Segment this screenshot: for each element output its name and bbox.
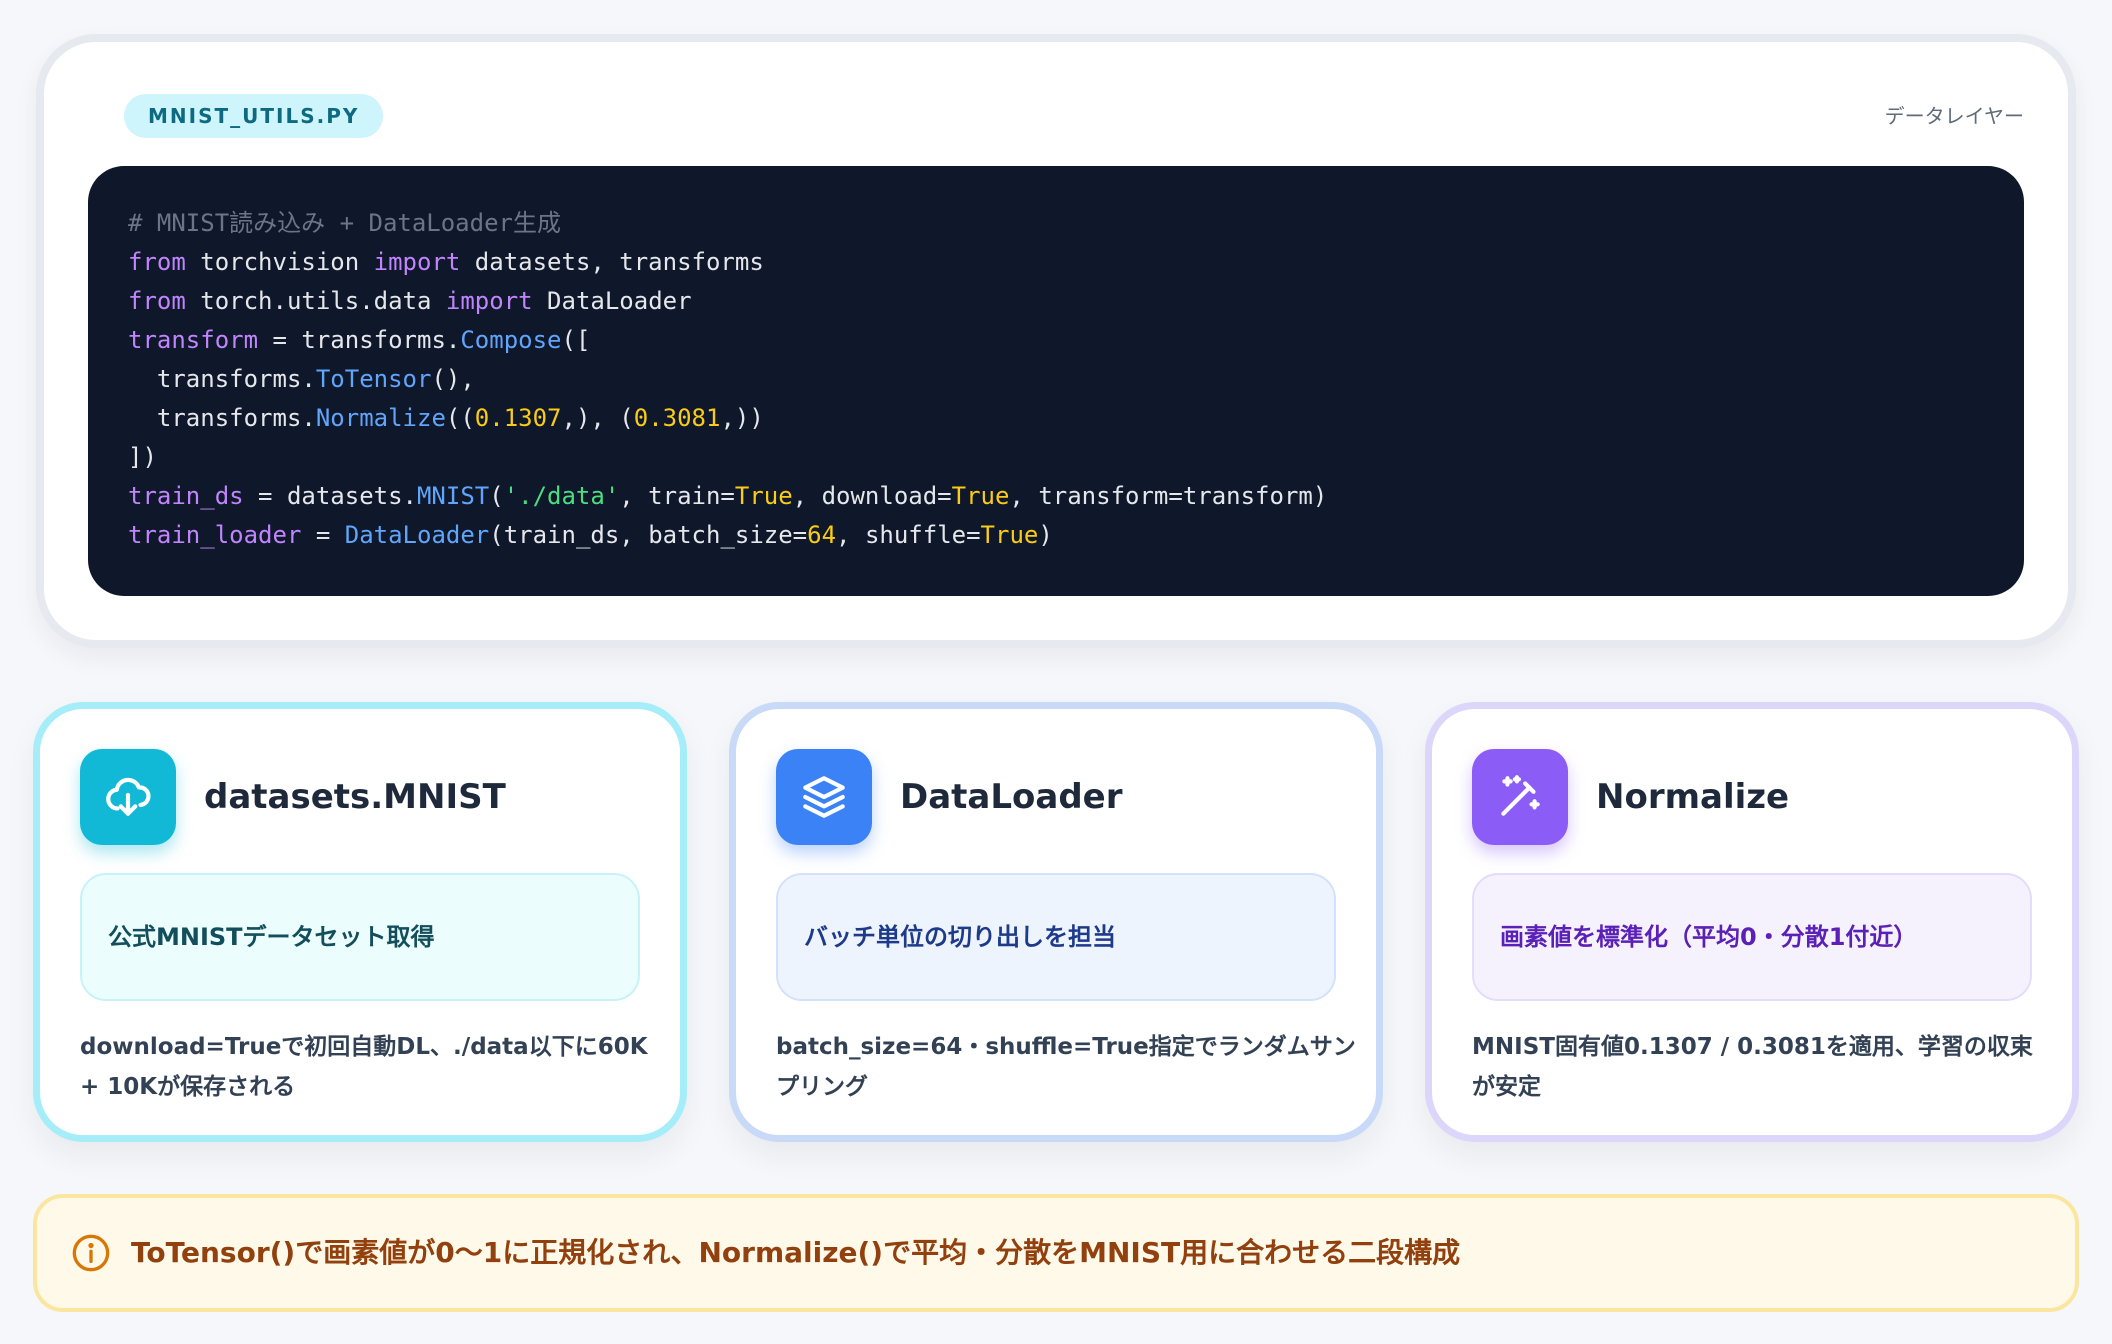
code-token: datasets, transforms bbox=[460, 248, 764, 276]
card-dataloader: DataLoader バッチ単位の切り出しを担当 batch_size=64・s… bbox=[729, 702, 1383, 1142]
card-title: datasets.MNIST bbox=[204, 777, 506, 817]
code-token: MNIST bbox=[416, 482, 490, 510]
code-token: transforms. bbox=[128, 404, 316, 432]
code-token: (), bbox=[431, 365, 475, 393]
code-token: ,)) bbox=[720, 404, 764, 432]
card-normalize: Normalize 画素値を標準化（平均0・分散1付近） MNIST固有値0.1… bbox=[1425, 702, 2079, 1142]
layers-icon bbox=[776, 749, 872, 845]
code-token: Normalize bbox=[315, 404, 446, 432]
info-note: ToTensor()で画素値が0〜1に正規化され、Normalize()で平均・… bbox=[33, 1194, 2079, 1312]
code-block[interactable]: # MNIST読み込み + DataLoader生成 from torchvisi… bbox=[88, 166, 2024, 596]
card-summary: 公式MNISTデータセット取得 bbox=[80, 873, 640, 1001]
card-description: batch_size=64・shuffle=True指定でランダムサンプリング bbox=[776, 1034, 1356, 1100]
card-description: download=Trueで初回自動DL、./data以下に60K + 10Kが… bbox=[80, 1034, 648, 1100]
layer-label: データレイヤー bbox=[1884, 104, 2024, 128]
code-token: train_ds bbox=[128, 482, 244, 510]
code-line: transforms.ToTensor(), bbox=[128, 360, 1984, 399]
code-token: ([ bbox=[561, 326, 591, 354]
code-token: transforms. bbox=[128, 365, 316, 393]
code-token: DataLoader bbox=[532, 287, 692, 315]
code-line: transform = transforms.Compose([ bbox=[128, 321, 1984, 360]
card-datasets-mnist: datasets.MNIST 公式MNISTデータセット取得 download=… bbox=[33, 702, 687, 1142]
code-token: , train= bbox=[619, 482, 735, 510]
code-token: './data' bbox=[503, 482, 620, 510]
magic-wand-icon bbox=[1472, 749, 1568, 845]
code-token: ]) bbox=[128, 443, 157, 471]
code-token: ,), ( bbox=[561, 404, 634, 432]
code-token: , download= bbox=[792, 482, 952, 510]
code-token: import bbox=[373, 248, 461, 276]
code-token: ToTensor bbox=[315, 365, 432, 393]
code-line: from torchvision import datasets, transf… bbox=[128, 243, 1984, 282]
card-description: MNIST固有値0.1307 / 0.3081を適用、学習の収束が安定 bbox=[1472, 1034, 2033, 1100]
card-summary: 画素値を標準化（平均0・分散1付近） bbox=[1472, 873, 2032, 1001]
code-token: True bbox=[951, 482, 1010, 510]
code-token: from bbox=[128, 248, 186, 276]
info-icon bbox=[72, 1234, 110, 1272]
card-title: DataLoader bbox=[900, 777, 1123, 817]
code-token: = transforms. bbox=[258, 326, 461, 354]
card-title: Normalize bbox=[1596, 777, 1790, 817]
code-token: (( bbox=[445, 404, 475, 432]
code-token: torch.utils.data bbox=[185, 287, 446, 315]
code-line: transforms.Normalize((0.1307,), (0.3081,… bbox=[128, 399, 1984, 438]
code-token: torchvision bbox=[185, 248, 374, 276]
code-token: 0.3081 bbox=[633, 404, 721, 432]
card-summary: バッチ単位の切り出しを担当 bbox=[776, 873, 1336, 1001]
code-token: 64 bbox=[807, 521, 837, 549]
code-token: import bbox=[445, 287, 533, 315]
code-token: , transform=transform) bbox=[1009, 482, 1328, 510]
file-name-badge: MNIST_UTILS.PY bbox=[124, 94, 384, 138]
code-token: True bbox=[980, 521, 1039, 549]
cloud-download-icon bbox=[80, 749, 176, 845]
code-token: (train_ds, batch_size= bbox=[489, 521, 808, 549]
code-token: ( bbox=[489, 482, 504, 510]
code-token: = bbox=[301, 521, 345, 549]
code-token: 0.1307 bbox=[474, 404, 562, 432]
code-token: = datasets. bbox=[243, 482, 417, 510]
code-token: Compose bbox=[460, 326, 562, 354]
code-token: train_loader bbox=[128, 521, 302, 549]
code-line: train_loader = DataLoader(train_ds, batc… bbox=[128, 516, 1984, 555]
code-token: transform bbox=[128, 326, 259, 354]
code-line: train_ds = datasets.MNIST('./data', trai… bbox=[128, 477, 1984, 516]
code-panel: MNIST_UTILS.PY データレイヤー # MNIST読み込み + Dat… bbox=[36, 34, 2076, 648]
code-token: True bbox=[734, 482, 793, 510]
code-line: ]) bbox=[128, 438, 1984, 477]
code-line: # MNIST読み込み + DataLoader生成 bbox=[128, 204, 1984, 243]
code-token: ) bbox=[1038, 521, 1053, 549]
code-token: # MNIST読み込み + DataLoader生成 bbox=[128, 209, 561, 237]
code-line: from torch.utils.data import DataLoader bbox=[128, 282, 1984, 321]
code-token: DataLoader bbox=[344, 521, 490, 549]
code-token: from bbox=[128, 287, 186, 315]
page: MNIST_UTILS.PY データレイヤー # MNIST読み込み + Dat… bbox=[0, 0, 2112, 1344]
note-text: ToTensor()で画素値が0〜1に正規化され、Normalize()で平均・… bbox=[131, 1236, 1461, 1269]
code-token: , shuffle= bbox=[836, 521, 981, 549]
